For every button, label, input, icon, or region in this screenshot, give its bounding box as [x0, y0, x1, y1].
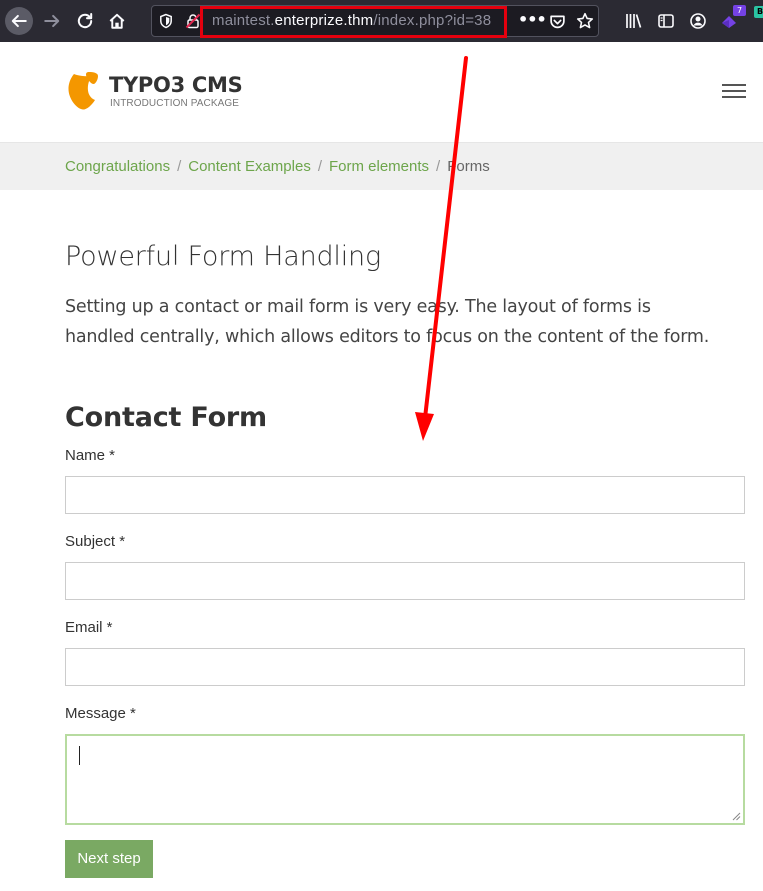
logo-subtitle: INTRODUCTION PACKAGE: [110, 98, 240, 109]
home-icon: [109, 13, 125, 29]
subject-input[interactable]: [65, 562, 745, 600]
breadcrumb-separator: /: [177, 158, 182, 175]
sidebar-icon[interactable]: [656, 11, 676, 31]
breadcrumb: Congratulations / Content Examples / Form el…: [65, 157, 490, 176]
back-button[interactable]: [4, 6, 34, 36]
home-button[interactable]: [102, 6, 132, 36]
lead-paragraph: Setting up a contact or mail form is ver…: [65, 297, 710, 347]
breadcrumb-separator: /: [317, 158, 322, 175]
breadcrumb-current: Forms: [447, 158, 490, 175]
shield-icon[interactable]: [158, 13, 174, 29]
forward-button[interactable]: [37, 6, 67, 36]
message-label: Message *: [65, 705, 136, 722]
subject-label: Subject *: [65, 533, 126, 550]
browser-toolbar: maintest.enterprize.thm/index.php?id=38 …: [0, 0, 763, 42]
extension-badge: 7: [733, 5, 746, 16]
extension2-badge[interactable]: B: [754, 6, 763, 18]
name-label: Name *: [65, 447, 116, 464]
insecure-lock-icon[interactable]: [185, 13, 201, 29]
form-title: Contact Form: [65, 402, 267, 433]
next-step-button[interactable]: Next step: [65, 840, 153, 878]
reload-button[interactable]: [70, 6, 100, 36]
reload-icon: [77, 13, 93, 29]
email-label: Email *: [65, 619, 113, 636]
site-header: TYPO3 CMS INTRODUCTION PACKAGE: [0, 42, 763, 143]
url-host: enterprize.thm: [274, 12, 374, 29]
breadcrumb-link-congratulations[interactable]: Congratulations: [65, 158, 170, 175]
breadcrumb-link-form-elements[interactable]: Form elements: [329, 158, 429, 175]
page-title: Powerful Form Handling: [65, 241, 381, 272]
pocket-icon[interactable]: [549, 13, 566, 30]
back-icon: [5, 7, 33, 35]
logo-title[interactable]: TYPO3 CMS: [109, 74, 243, 96]
breadcrumb-bar: Congratulations / Content Examples / Form el…: [0, 143, 763, 190]
url-text[interactable]: maintest.enterprize.thm/index.php?id=38: [212, 12, 491, 30]
name-input[interactable]: [65, 476, 745, 514]
breadcrumb-separator: /: [436, 158, 441, 175]
account-icon[interactable]: [688, 11, 708, 31]
url-subdomain: maintest.: [212, 12, 275, 29]
url-bar[interactable]: maintest.enterprize.thm/index.php?id=38 …: [151, 5, 599, 38]
typo3-logo-icon[interactable]: [65, 71, 102, 111]
forward-icon: [44, 14, 60, 28]
text-caret: [79, 746, 80, 765]
hamburger-icon[interactable]: [722, 84, 746, 100]
resize-grip-icon[interactable]: [732, 812, 741, 821]
bookmark-star-icon[interactable]: [576, 12, 594, 30]
library-icon[interactable]: [624, 11, 644, 31]
message-textarea[interactable]: [65, 734, 745, 825]
email-input[interactable]: [65, 648, 745, 686]
url-path: /index.php?id=38: [373, 12, 492, 29]
breadcrumb-link-content-examples[interactable]: Content Examples: [188, 158, 311, 175]
page-actions-icon[interactable]: •••: [518, 11, 547, 31]
